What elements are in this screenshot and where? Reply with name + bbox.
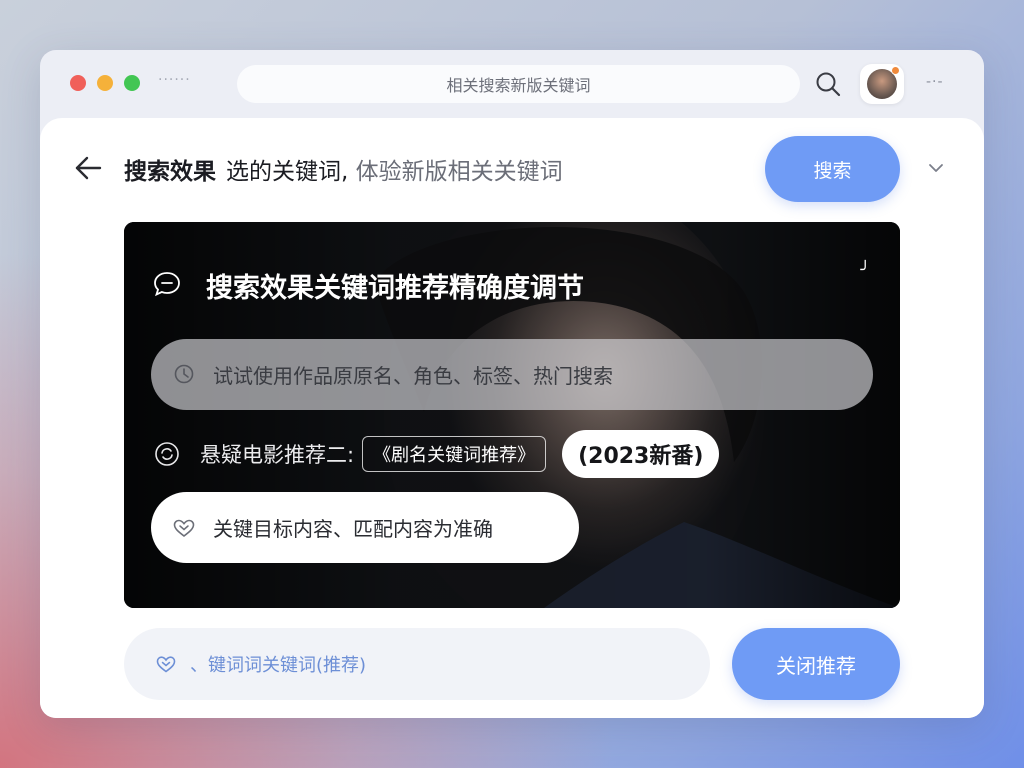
search-button[interactable]: 搜索 [765, 136, 900, 202]
chat-icon [154, 272, 180, 297]
page-headline: 搜索效果 选的关键词, 体验新版相关关键词 [124, 152, 563, 186]
close-recommend-button[interactable]: 关闭推荐 [732, 628, 900, 700]
suggestion-row: 悬疑电影推荐二: 《剧名关键词推荐》 (2023新番) [152, 430, 720, 478]
target-content-pill[interactable]: 关键目标内容、匹配内容为准确 [151, 492, 579, 563]
page-subtitle: 选的关键词, [226, 159, 349, 185]
title-bar: ······ 相关搜索新版关键词 -·- [40, 50, 984, 118]
suggestion-year-chip[interactable]: (2023新番) [562, 430, 720, 478]
hero-search-input[interactable]: 试试使用作品原原名、角色、标签、热门搜索 [151, 339, 873, 410]
close-window-button[interactable] [70, 75, 86, 91]
expand-icon[interactable]: ╯ [860, 260, 870, 279]
hero-card: 搜索效果关键词推荐精确度调节 ╯ 试试使用作品原原名、角色、标签、热门搜索 悬疑… [124, 222, 900, 608]
target-content-text: 关键目标内容、匹配内容为准确 [213, 517, 493, 541]
hero-title: 搜索效果关键词推荐精确度调节 [206, 273, 584, 304]
minimize-window-button[interactable] [97, 75, 113, 91]
address-text: 相关搜索新版关键词 [446, 76, 591, 95]
hero-search-placeholder: 试试使用作品原原名、角色、标签、热门搜索 [213, 364, 613, 388]
avatar-image [867, 66, 900, 99]
chevron-down-icon[interactable] [926, 158, 946, 178]
maximize-window-button[interactable] [124, 75, 140, 91]
back-arrow-icon[interactable] [72, 152, 104, 184]
user-avatar[interactable] [860, 64, 904, 104]
keyword-input[interactable]: 、键词词关键词(推荐) [124, 628, 710, 700]
page-title: 搜索效果 [124, 159, 216, 185]
search-icon[interactable] [814, 70, 842, 98]
app-window: ······ 相关搜索新版关键词 -·- 搜索效果 选的关键词, 体验新版相关关键… [40, 50, 984, 718]
more-icon[interactable]: -·- [926, 74, 944, 90]
address-bar[interactable]: 相关搜索新版关键词 [237, 65, 800, 103]
notification-badge [891, 66, 900, 75]
close-recommend-label: 关闭推荐 [776, 653, 856, 678]
main-panel: 搜索效果 选的关键词, 体验新版相关关键词 搜索 搜索效果关键词推荐精确度调节 … [40, 118, 984, 718]
heart-icon [156, 656, 176, 673]
page-hint: 体验新版相关关键词 [355, 159, 563, 185]
heart-icon [173, 519, 195, 538]
refresh-icon[interactable] [152, 439, 182, 469]
search-button-label: 搜索 [813, 159, 852, 182]
clock-icon [174, 364, 194, 384]
suggestion-tag[interactable]: 《剧名关键词推荐》 [362, 436, 547, 472]
keyword-input-text: 、键词词关键词(推荐) [190, 655, 367, 676]
tab-dots-icon[interactable]: ······ [158, 72, 191, 88]
suggestion-label: 悬疑电影推荐二: [200, 443, 355, 467]
